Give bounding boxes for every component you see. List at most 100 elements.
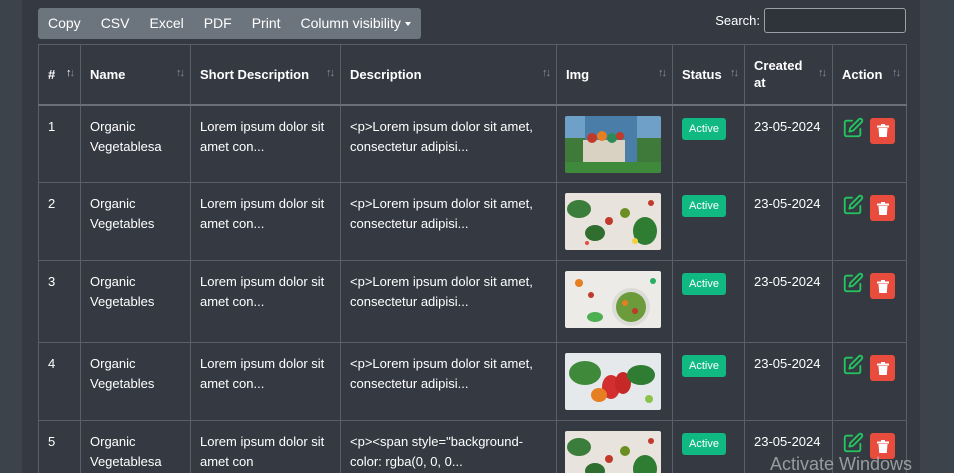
column-visibility-label: Column visibility xyxy=(300,15,401,31)
products-table: # ↑↓ Name ↑↓ Short Description ↑↓ Descripti… xyxy=(38,44,907,473)
column-header-action[interactable]: Action ↑↓ xyxy=(832,44,907,106)
cell-short-description: Lorem ipsum dolor sit amet con... xyxy=(190,104,341,183)
cell-status: Active xyxy=(672,104,745,183)
cell-number: 4 xyxy=(38,342,81,421)
sort-icon: ↑↓ xyxy=(66,67,75,80)
column-header-label: Created at xyxy=(754,58,803,91)
delete-button[interactable] xyxy=(870,273,895,299)
cell-number: 1 xyxy=(38,104,81,183)
table-row[interactable]: 2 Organic Vegetables Lorem ipsum dolor sit… xyxy=(38,182,907,261)
cell-description: <p>Lorem ipsum dolor sit amet, consectet… xyxy=(340,342,557,421)
cell-status: Active xyxy=(672,260,745,343)
column-header-label: Img xyxy=(566,66,590,82)
cell-short-description: Lorem ipsum dolor sit amet con... xyxy=(190,342,341,421)
cell-img xyxy=(556,104,673,183)
cell-name: Organic Vegetables xyxy=(80,342,191,421)
search-label: Search: xyxy=(715,13,760,28)
table-row[interactable]: 3 Organic Vegetables Lorem ipsum dolor sit… xyxy=(38,260,907,343)
table-header-row: # ↑↓ Name ↑↓ Short Description ↑↓ Descripti… xyxy=(38,44,907,106)
cell-name: Organic Vegetablesa xyxy=(80,420,191,473)
cell-img xyxy=(556,342,673,421)
cell-short-description: Lorem ipsum dolor sit amet con... xyxy=(190,182,341,261)
column-header-short-description[interactable]: Short Description ↑↓ xyxy=(190,44,341,106)
status-badge: Active xyxy=(682,117,726,140)
cell-created-at: 23-05-2024 xyxy=(744,342,833,421)
column-header-created-at[interactable]: Created at ↑↓ xyxy=(744,44,833,106)
trash-icon xyxy=(876,124,889,137)
product-image[interactable] xyxy=(565,431,661,473)
status-badge: Active xyxy=(682,433,726,455)
activate-windows-watermark: Activate Windows xyxy=(770,454,913,473)
csv-button[interactable]: CSV xyxy=(91,8,140,39)
cell-number: 2 xyxy=(38,182,81,261)
cell-img xyxy=(556,182,673,261)
cell-action xyxy=(832,342,907,421)
product-image[interactable] xyxy=(565,193,661,250)
cell-action xyxy=(832,182,907,261)
search-input[interactable] xyxy=(764,8,906,33)
sort-icon: ↑↓ xyxy=(818,67,827,80)
sort-icon: ↑↓ xyxy=(176,67,185,80)
column-header-label: Action xyxy=(842,66,883,82)
table-row[interactable]: 4 Organic Vegetables Lorem ipsum dolor sit… xyxy=(38,342,907,421)
product-image[interactable] xyxy=(565,115,661,173)
cell-img xyxy=(556,260,673,343)
pdf-button[interactable]: PDF xyxy=(194,8,242,39)
trash-icon xyxy=(876,201,889,215)
column-header-label: Name xyxy=(90,66,126,82)
column-visibility-button[interactable]: Column visibility xyxy=(291,8,421,39)
cell-short-description: Lorem ipsum dolor sit amet con xyxy=(190,420,341,473)
excel-button[interactable]: Excel xyxy=(139,8,193,39)
cell-description: <p>Lorem ipsum dolor sit amet, consectet… xyxy=(340,260,557,343)
copy-button[interactable]: Copy xyxy=(38,8,91,39)
trash-icon xyxy=(876,279,889,293)
delete-button[interactable] xyxy=(870,195,895,221)
column-header-img[interactable]: Img ↑↓ xyxy=(556,44,673,106)
status-badge: Active xyxy=(682,355,726,377)
cell-created-at: 23-05-2024 xyxy=(744,182,833,261)
export-toolbar: Copy CSV Excel PDF Print Column visibili… xyxy=(38,8,421,39)
edit-icon[interactable] xyxy=(842,117,864,139)
product-image[interactable] xyxy=(565,353,661,410)
trash-icon xyxy=(876,439,889,453)
sort-icon: ↑↓ xyxy=(658,67,667,80)
cell-status: Active xyxy=(672,420,745,473)
cell-short-description: Lorem ipsum dolor sit amet con... xyxy=(190,260,341,343)
edit-icon[interactable] xyxy=(842,354,864,376)
column-header-label: Status xyxy=(682,66,722,82)
column-header-name[interactable]: Name ↑↓ xyxy=(80,44,191,106)
edit-icon[interactable] xyxy=(842,194,864,216)
column-header-number[interactable]: # ↑↓ xyxy=(38,44,81,106)
sort-icon: ↑↓ xyxy=(542,67,551,80)
cell-description: <p>Lorem ipsum dolor sit amet, consectet… xyxy=(340,182,557,261)
cell-status: Active xyxy=(672,182,745,261)
cell-name: Organic Vegetables xyxy=(80,260,191,343)
caret-down-icon xyxy=(404,22,411,26)
cell-created-at: 23-05-2024 xyxy=(744,104,833,183)
cell-description: <p>Lorem ipsum dolor sit amet, consectet… xyxy=(340,104,557,183)
cell-action xyxy=(832,260,907,343)
column-header-description[interactable]: Description ↑↓ xyxy=(340,44,557,106)
trash-icon xyxy=(876,361,889,375)
delete-button[interactable] xyxy=(870,117,895,144)
table-row[interactable]: 1 Organic Vegetablesa Lorem ipsum dolor si… xyxy=(38,104,907,183)
search-box: Search: xyxy=(715,8,906,33)
cell-description: <p><span style="background-color: rgba(0… xyxy=(340,420,557,473)
column-header-label: Short Description xyxy=(200,66,310,82)
cell-status: Active xyxy=(672,342,745,421)
cell-created-at: 23-05-2024 xyxy=(744,260,833,343)
cell-action xyxy=(832,104,907,183)
sort-icon: ↑↓ xyxy=(730,67,739,80)
cell-name: Organic Vegetablesa xyxy=(80,104,191,183)
sort-icon: ↑↓ xyxy=(892,67,901,80)
cell-number: 5 xyxy=(38,420,81,473)
print-button[interactable]: Print xyxy=(242,8,291,39)
cell-name: Organic Vegetables xyxy=(80,182,191,261)
column-header-status[interactable]: Status ↑↓ xyxy=(672,44,745,106)
status-badge: Active xyxy=(682,273,726,295)
product-image[interactable] xyxy=(565,271,661,328)
cell-number: 3 xyxy=(38,260,81,343)
edit-icon[interactable] xyxy=(842,432,864,454)
edit-icon[interactable] xyxy=(842,272,864,294)
delete-button[interactable] xyxy=(870,355,895,381)
